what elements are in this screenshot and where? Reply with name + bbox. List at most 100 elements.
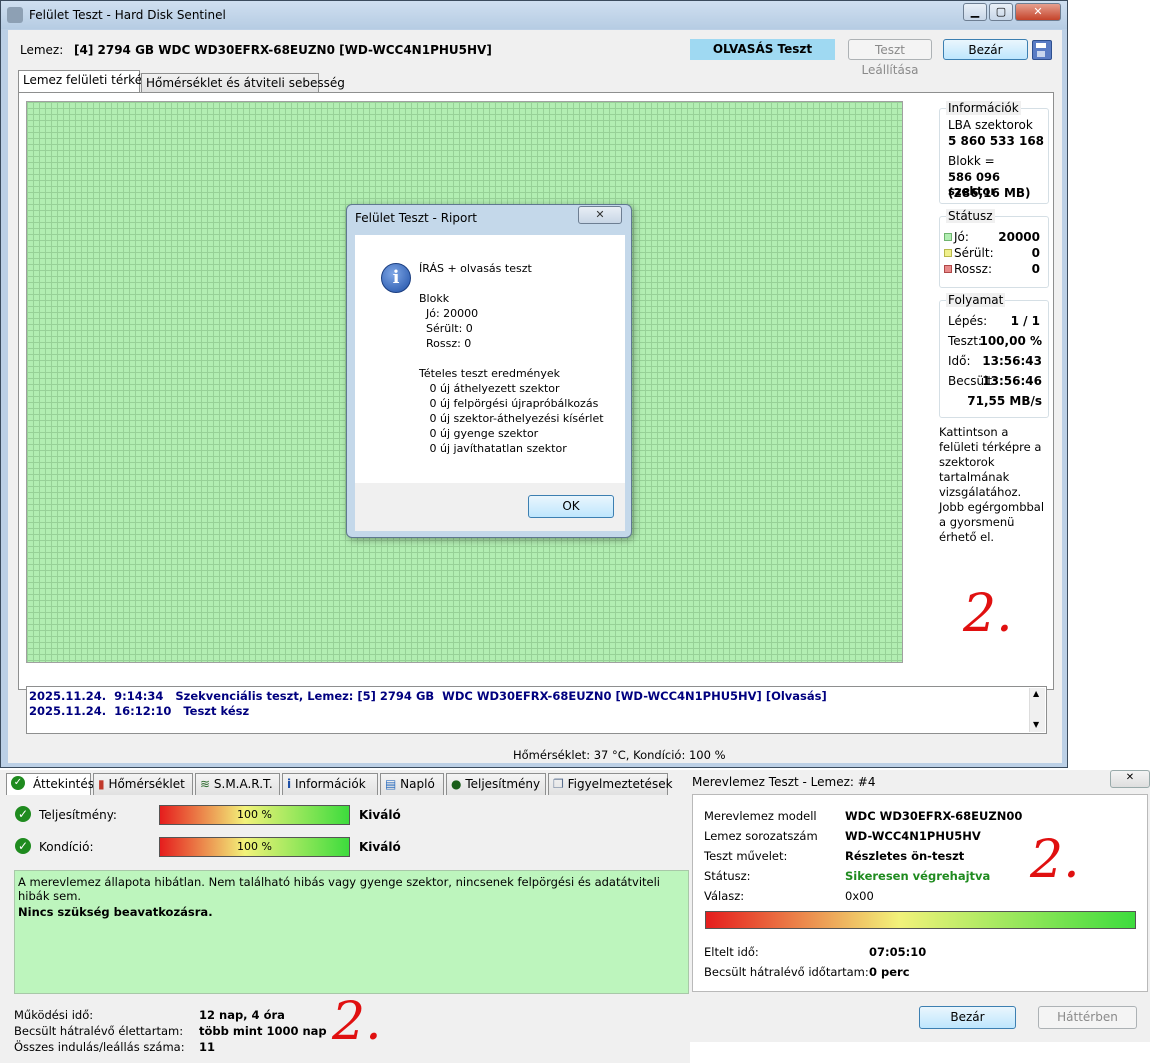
tab-information[interactable]: i Információk (282, 773, 378, 795)
save-icon[interactable] (1032, 40, 1052, 60)
disk-label: Lemez: (20, 43, 64, 57)
damaged-label: Sérült: (954, 246, 994, 260)
test-mode-badge: OLVASÁS Teszt (690, 39, 835, 60)
alerts-icon: ❐ (553, 777, 564, 791)
step-label: Lépés: (948, 314, 988, 328)
damaged-swatch (944, 249, 952, 257)
ok-button[interactable]: OK (528, 495, 614, 518)
test-status-value: Sikeresen végrehajtva (845, 869, 991, 883)
status-message: A merevlemez állapota hibátlan. Nem talá… (18, 875, 661, 903)
block-size: (286,16 MB) (948, 186, 1031, 200)
scroll-up-icon[interactable]: ▲ (1033, 689, 1039, 698)
life-value: több mint 1000 nap (199, 1024, 327, 1038)
perf-rating: Kiváló (359, 808, 401, 822)
info-icon: i (381, 263, 411, 293)
condition-bar: 100 % (159, 837, 350, 857)
dialog-body: i ÍRÁS + olvasás teszt Blokk Jó: 20000 S… (355, 235, 625, 483)
bad-label: Rossz: (954, 262, 992, 276)
response-label: Válasz: (704, 889, 745, 903)
hd-test-close-button[interactable]: Bezár (919, 1006, 1016, 1029)
tab-performance[interactable]: ● Teljesítmény (446, 773, 546, 795)
tab-log[interactable]: ▤ Napló (380, 773, 444, 795)
remaining-value: 0 perc (869, 965, 910, 979)
serial-label: Lemez sorozatszám (704, 829, 818, 843)
lba-value: 5 860 533 168 (948, 134, 1045, 148)
close-window-button[interactable]: ✕ (1015, 3, 1061, 21)
gauge-icon: ● (451, 777, 462, 791)
uptime-value: 12 nap, 4 óra (199, 1008, 285, 1022)
response-value: 0x00 (845, 889, 874, 903)
smart-icon: ≋ (200, 777, 211, 791)
model-value: WDC WD30EFRX-68EUZN00 (845, 809, 1023, 823)
tab-surface-map[interactable]: Lemez felületi térkép (18, 70, 150, 93)
hint-rightclick: Jobb egérgombbal a gyorsmenü érhető el. (939, 500, 1045, 544)
operation-label: Teszt művelet: (704, 849, 788, 863)
starts-label: Összes indulás/leállás száma: (14, 1040, 185, 1054)
hd-test-details: Merevlemez modell WDC WD30EFRX-68EUZN00 … (692, 794, 1148, 992)
progress-title: Folyamat (946, 293, 1006, 307)
test-status-label: Státusz: (704, 869, 751, 883)
stop-test-button[interactable]: Teszt Leállítása (848, 39, 932, 77)
info-group: Információk LBA szektorok 5 860 533 168 … (939, 101, 1049, 204)
log-line-1: 2025.11.24. 9:14:34 Szekvenciális teszt,… (29, 689, 827, 703)
log-line-2: 2025.11.24. 16:12:10 Teszt kész (29, 704, 250, 718)
tab-alerts[interactable]: ❐ Figyelmeztetések (548, 773, 673, 795)
hd-test-window: Merevlemez Teszt - Lemez: #4 ✕ Merevleme… (690, 770, 1150, 1042)
tab-smart[interactable]: ≋ S.M.A.R.T. (195, 773, 280, 795)
status-group: Státusz Jó: 20000 Sérült: 0 Rossz: 0 (939, 209, 1049, 288)
status-title: Státusz (946, 209, 995, 223)
block-label: Blokk = (948, 154, 995, 168)
report-dialog: Felület Teszt - Riport ✕ i ÍRÁS + olvasá… (346, 204, 632, 538)
scroll-down-icon[interactable]: ▼ (1033, 720, 1039, 729)
dialog-footer: OK (355, 483, 625, 531)
handwritten-annotation-1: 2. (963, 584, 1013, 644)
hd-test-title: Merevlemez Teszt - Lemez: #4 (692, 775, 876, 789)
estimate-value: 13:56:46 (982, 374, 1042, 388)
time-label: Idő: (948, 354, 971, 368)
status-message-box: A merevlemez állapota hibátlan. Nem talá… (14, 870, 689, 994)
status-bar-text: Hőmérséklet: 37 °C, Kondíció: 100 % (513, 748, 726, 762)
info-title: Információk (946, 101, 1021, 115)
good-label: Jó: (954, 230, 969, 244)
maximize-button[interactable]: ▢ (989, 3, 1013, 21)
hint-click: Kattintson a felületi térképre a szektor… (939, 425, 1042, 499)
perf-check-icon: ✓ (15, 806, 31, 822)
bad-value: 0 (1031, 262, 1040, 276)
damaged-value: 0 (1031, 246, 1040, 260)
test-label: Teszt: (948, 334, 982, 348)
log-scrollbar[interactable]: ▲ ▼ (1029, 688, 1045, 732)
cond-check-icon: ✓ (15, 838, 31, 854)
background-button[interactable]: Háttérben (1038, 1006, 1137, 1029)
minimize-button[interactable]: ▁ (963, 3, 987, 21)
elapsed-label: Eltelt idő: (704, 945, 759, 959)
operation-value: Részletes ön-teszt (845, 849, 965, 863)
self-test-progress-bar (705, 911, 1136, 929)
tab-overview[interactable]: ✓ Áttekintés (6, 773, 94, 795)
title-bar[interactable]: Felület Teszt - Hard Disk Sentinel ▁ ▢ ✕ (1, 1, 1067, 29)
time-value: 13:56:43 (982, 354, 1042, 368)
progress-group: Folyamat Lépés: 1 / 1 Teszt: 100,00 % Id… (939, 293, 1049, 418)
log-box[interactable]: 2025.11.24. 9:14:34 Szekvenciális teszt,… (26, 686, 1047, 734)
document-icon: ▤ (385, 777, 397, 791)
information-icon: i (287, 777, 292, 791)
tab-temperature-speed[interactable]: Hőmérséklet és átviteli sebesség (141, 73, 345, 93)
disk-value: [4] 2794 GB WDC WD30EFRX-68EUZN0 [WD-WCC… (74, 43, 492, 57)
check-icon: ✓ (11, 776, 25, 790)
remaining-label: Becsült hátralévő időtartam: (704, 965, 869, 979)
tab-temperature[interactable]: ▮ Hőmérséklet (93, 773, 193, 795)
hd-test-close-icon[interactable]: ✕ (1110, 770, 1150, 788)
perf-label: Teljesítmény: (39, 808, 117, 822)
cond-rating: Kiváló (359, 840, 401, 854)
close-button[interactable]: Bezár (943, 39, 1028, 60)
speed-value: 71,55 MB/s (967, 394, 1042, 408)
handwritten-annotation-3: 2. (332, 992, 382, 1052)
window-title: Felület Teszt - Hard Disk Sentinel (29, 8, 226, 22)
bad-swatch (944, 265, 952, 273)
dialog-close-button[interactable]: ✕ (578, 206, 622, 224)
dialog-title: Felület Teszt - Riport (355, 211, 477, 225)
advice-text: Nincs szükség beavatkozásra. (18, 905, 213, 919)
dialog-message: ÍRÁS + olvasás teszt Blokk Jó: 20000 Sér… (419, 262, 604, 455)
app-icon (7, 7, 23, 23)
elapsed-value: 07:05:10 (869, 945, 927, 959)
life-label: Becsült hátralévő élettartam: (14, 1024, 184, 1038)
